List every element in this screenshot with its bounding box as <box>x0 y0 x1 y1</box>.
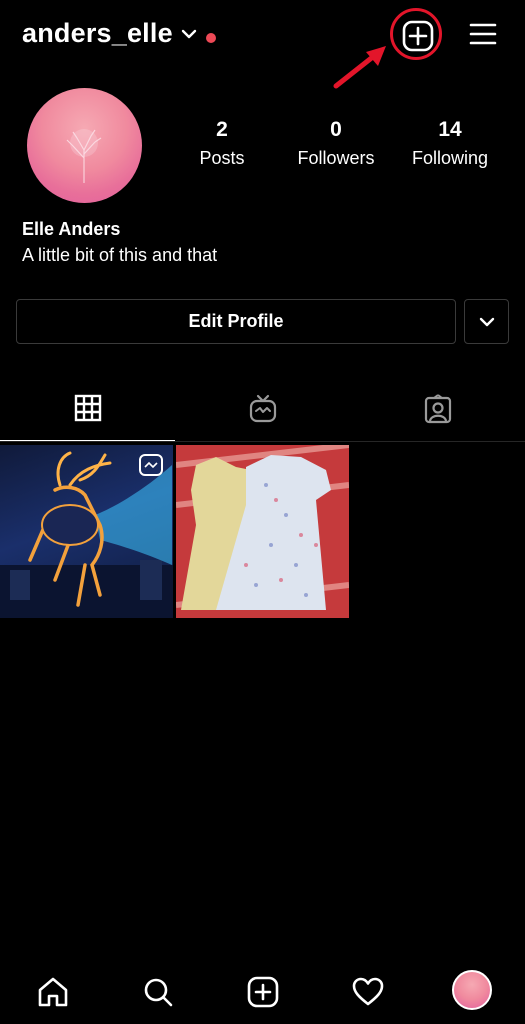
nav-add-post[interactable] <box>245 974 281 1010</box>
heart-icon <box>352 977 384 1006</box>
tabs-divider <box>0 441 525 442</box>
nav-search[interactable] <box>140 974 176 1010</box>
post-thumbnail-stag[interactable] <box>0 445 173 618</box>
dresses-photo <box>176 445 349 618</box>
new-post-button[interactable] <box>400 18 436 54</box>
following-label: Following <box>411 148 489 168</box>
account-switcher[interactable]: anders_elle <box>22 18 197 49</box>
grid-icon <box>74 394 101 422</box>
stag-illustration <box>0 451 173 618</box>
bottom-navigation <box>0 960 525 1024</box>
bio-text: A little bit of this and that <box>22 245 218 265</box>
post-thumbnail-dresses[interactable] <box>176 445 349 618</box>
posts-number: 2 <box>216 118 228 141</box>
suggestions-dropdown-button[interactable] <box>464 299 509 344</box>
nav-activity[interactable] <box>350 974 386 1010</box>
nav-home[interactable] <box>35 974 71 1010</box>
following-number: 14 <box>438 118 462 141</box>
profile-avatar[interactable] <box>27 88 142 203</box>
menu-button[interactable] <box>468 20 498 48</box>
followers-count[interactable]: 0 Followers <box>276 118 396 169</box>
followers-number: 0 <box>330 118 342 141</box>
edit-profile-button[interactable]: Edit Profile <box>16 299 456 344</box>
username: anders_elle <box>22 18 173 48</box>
chevron-down-icon <box>479 317 494 326</box>
hamburger-icon <box>469 23 497 45</box>
profile-tabs <box>0 380 525 442</box>
following-count[interactable]: 14 Following <box>390 118 510 169</box>
home-icon <box>38 977 68 1007</box>
tab-grid[interactable] <box>0 380 175 442</box>
add-post-icon <box>247 976 279 1008</box>
tagged-icon <box>424 394 451 424</box>
posts-label: Posts <box>199 148 245 168</box>
top-bar: anders_elle <box>0 0 525 89</box>
display-name: Elle Anders <box>22 219 121 239</box>
search-icon <box>144 978 173 1007</box>
notification-dot <box>206 33 216 43</box>
chevron-down-icon <box>181 27 197 45</box>
tab-igtv[interactable] <box>175 380 350 442</box>
tab-tagged[interactable] <box>350 380 525 442</box>
followers-label: Followers <box>297 148 375 168</box>
igtv-icon <box>249 394 276 423</box>
annotation-arrow-icon <box>333 46 386 89</box>
tree-graphic <box>66 129 102 183</box>
plus-square-icon <box>402 20 434 52</box>
posts-count[interactable]: 2 Posts <box>162 118 282 169</box>
nav-profile-avatar[interactable] <box>452 970 492 1010</box>
